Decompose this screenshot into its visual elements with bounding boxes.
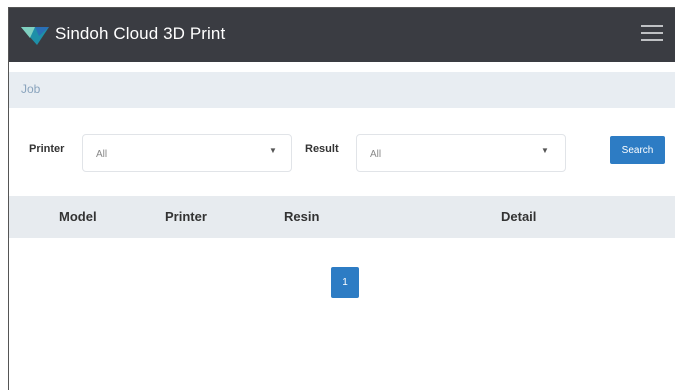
chevron-down-icon: ▼ [541, 146, 549, 155]
app-window: Sindoh Cloud 3D Print Job Printer All ▼ … [8, 7, 675, 390]
column-header-printer[interactable]: Printer [165, 209, 207, 224]
table-header: Model Printer Resin Detail [9, 196, 675, 238]
printer-select[interactable]: All ▼ [82, 134, 292, 172]
brand-title[interactable]: Sindoh Cloud 3D Print [55, 22, 225, 46]
hamburger-menu-icon[interactable] [641, 25, 663, 45]
result-filter-label: Result [305, 143, 339, 155]
breadcrumb: Job [9, 72, 675, 108]
printer-filter-label: Printer [29, 143, 65, 155]
column-header-detail[interactable]: Detail [501, 209, 536, 224]
top-navbar: Sindoh Cloud 3D Print [9, 8, 675, 62]
result-select[interactable]: All ▼ [356, 134, 566, 172]
chevron-down-icon: ▼ [269, 146, 277, 155]
filter-bar: Printer All ▼ Result All ▼ Search [9, 130, 675, 172]
column-header-resin[interactable]: Resin [284, 209, 319, 224]
printer-select-value: All [96, 149, 108, 160]
sindoh-logo-icon [21, 27, 49, 45]
result-select-value: All [370, 149, 382, 160]
pagination-page-1[interactable]: 1 [331, 267, 359, 298]
breadcrumb-item-job[interactable]: Job [21, 82, 40, 96]
column-header-model[interactable]: Model [59, 209, 97, 224]
search-button[interactable]: Search [610, 136, 665, 164]
